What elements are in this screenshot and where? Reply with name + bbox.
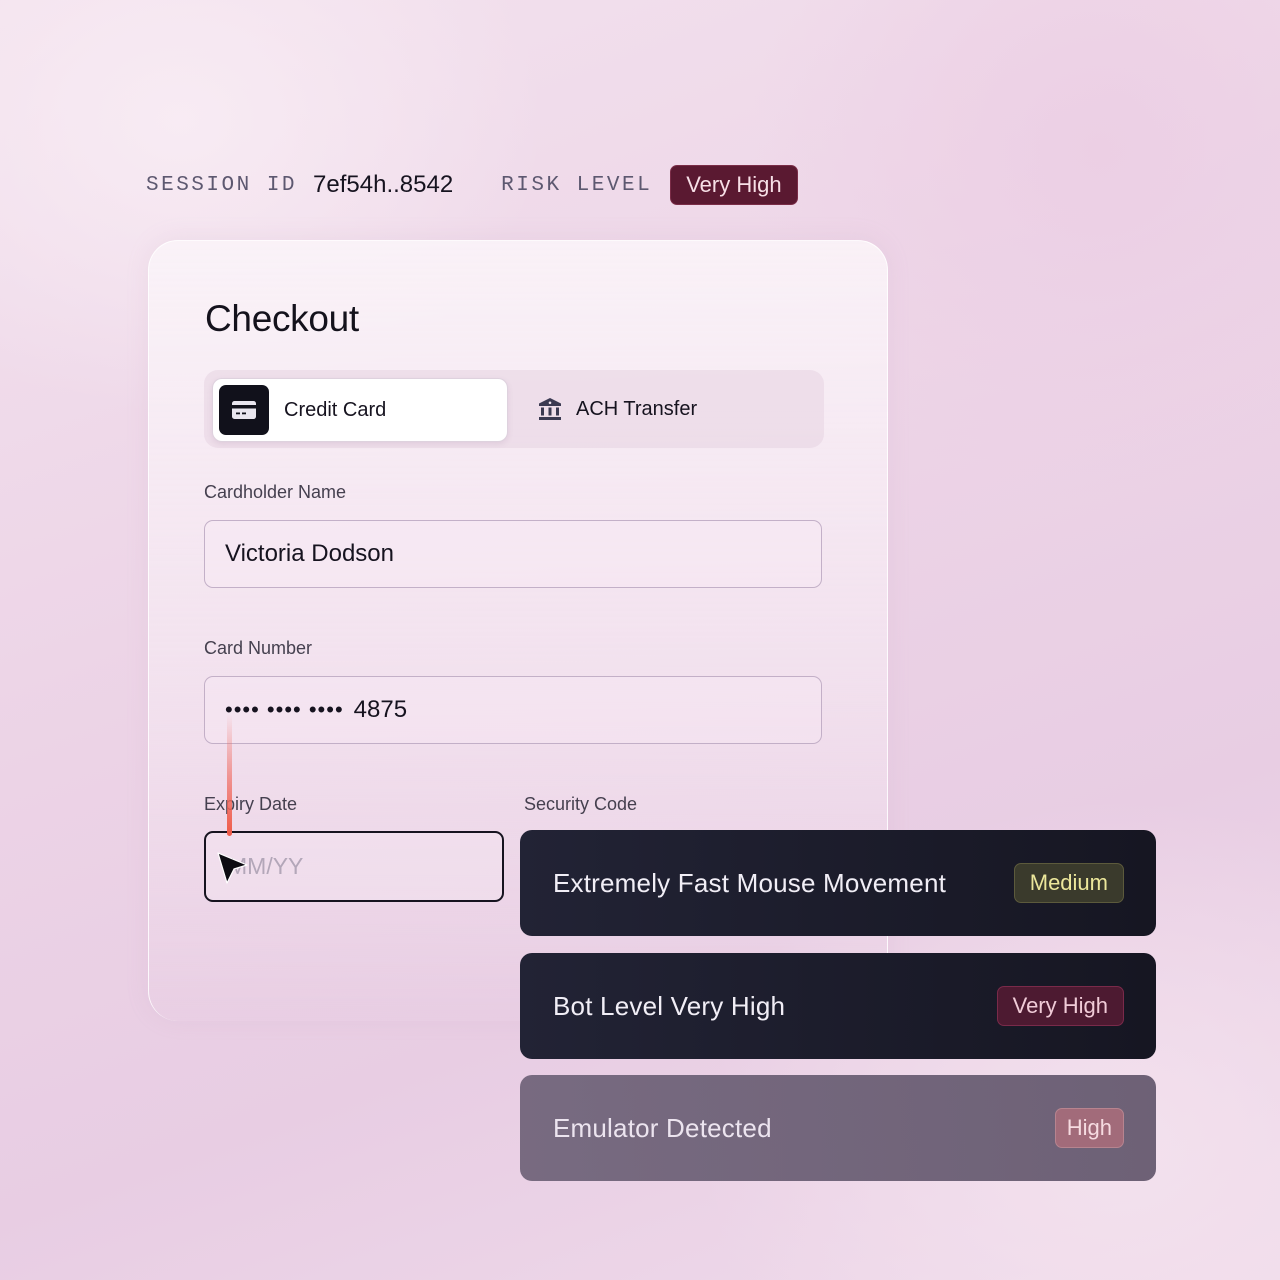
session-id-value: 7ef54h..8542 [313,171,454,198]
cardholder-name-input[interactable]: Victoria Dodson [204,520,822,588]
mouse-trail [227,714,232,836]
tab-ach-transfer[interactable]: ACH Transfer [538,378,808,440]
expiry-date-label: Expiry Date [204,794,298,814]
card-number-input[interactable]: •••• •••• •••• 4875 [204,676,822,744]
alert-text: Extremely Fast Mouse Movement [553,867,947,898]
tab-ach-transfer-label: ACH Transfer [576,397,698,420]
checkout-title: Checkout [205,298,359,339]
alert-bot-level[interactable]: Bot Level Very High Very High [520,953,1156,1059]
card-number-mask: •••• •••• •••• [225,697,344,722]
session-bar: SESSION ID 7ef54h..8542 RISK LEVEL Very … [146,164,798,206]
mouse-pointer-icon [216,851,250,890]
severity-badge-high: High [1054,1108,1124,1148]
alert-emulator-detected[interactable]: Emulator Detected High [520,1075,1156,1181]
risk-level-label: RISK LEVEL [501,173,653,197]
security-code-label: Security Code [524,794,638,814]
cardholder-name-value: Victoria Dodson [225,540,394,567]
card-number-label: Card Number [204,638,313,658]
bank-icon [538,397,562,421]
tab-credit-card-label: Credit Card [284,398,387,421]
credit-card-icon [219,385,269,435]
alert-text: Emulator Detected [553,1112,772,1143]
card-number-last4: 4875 [353,696,408,723]
risk-level-badge: Very High [670,165,798,205]
tab-credit-card[interactable]: Credit Card [212,378,508,442]
severity-badge-medium: Medium [1013,863,1124,903]
severity-badge-very-high: Very High [996,986,1124,1026]
alert-fast-mouse-movement[interactable]: Extremely Fast Mouse Movement Medium [520,830,1156,936]
session-id-label: SESSION ID [146,173,298,197]
payment-method-tabs: Credit Card ACH Transfer [204,370,824,448]
cardholder-name-label: Cardholder Name [204,482,347,502]
alert-text: Bot Level Very High [553,990,786,1021]
